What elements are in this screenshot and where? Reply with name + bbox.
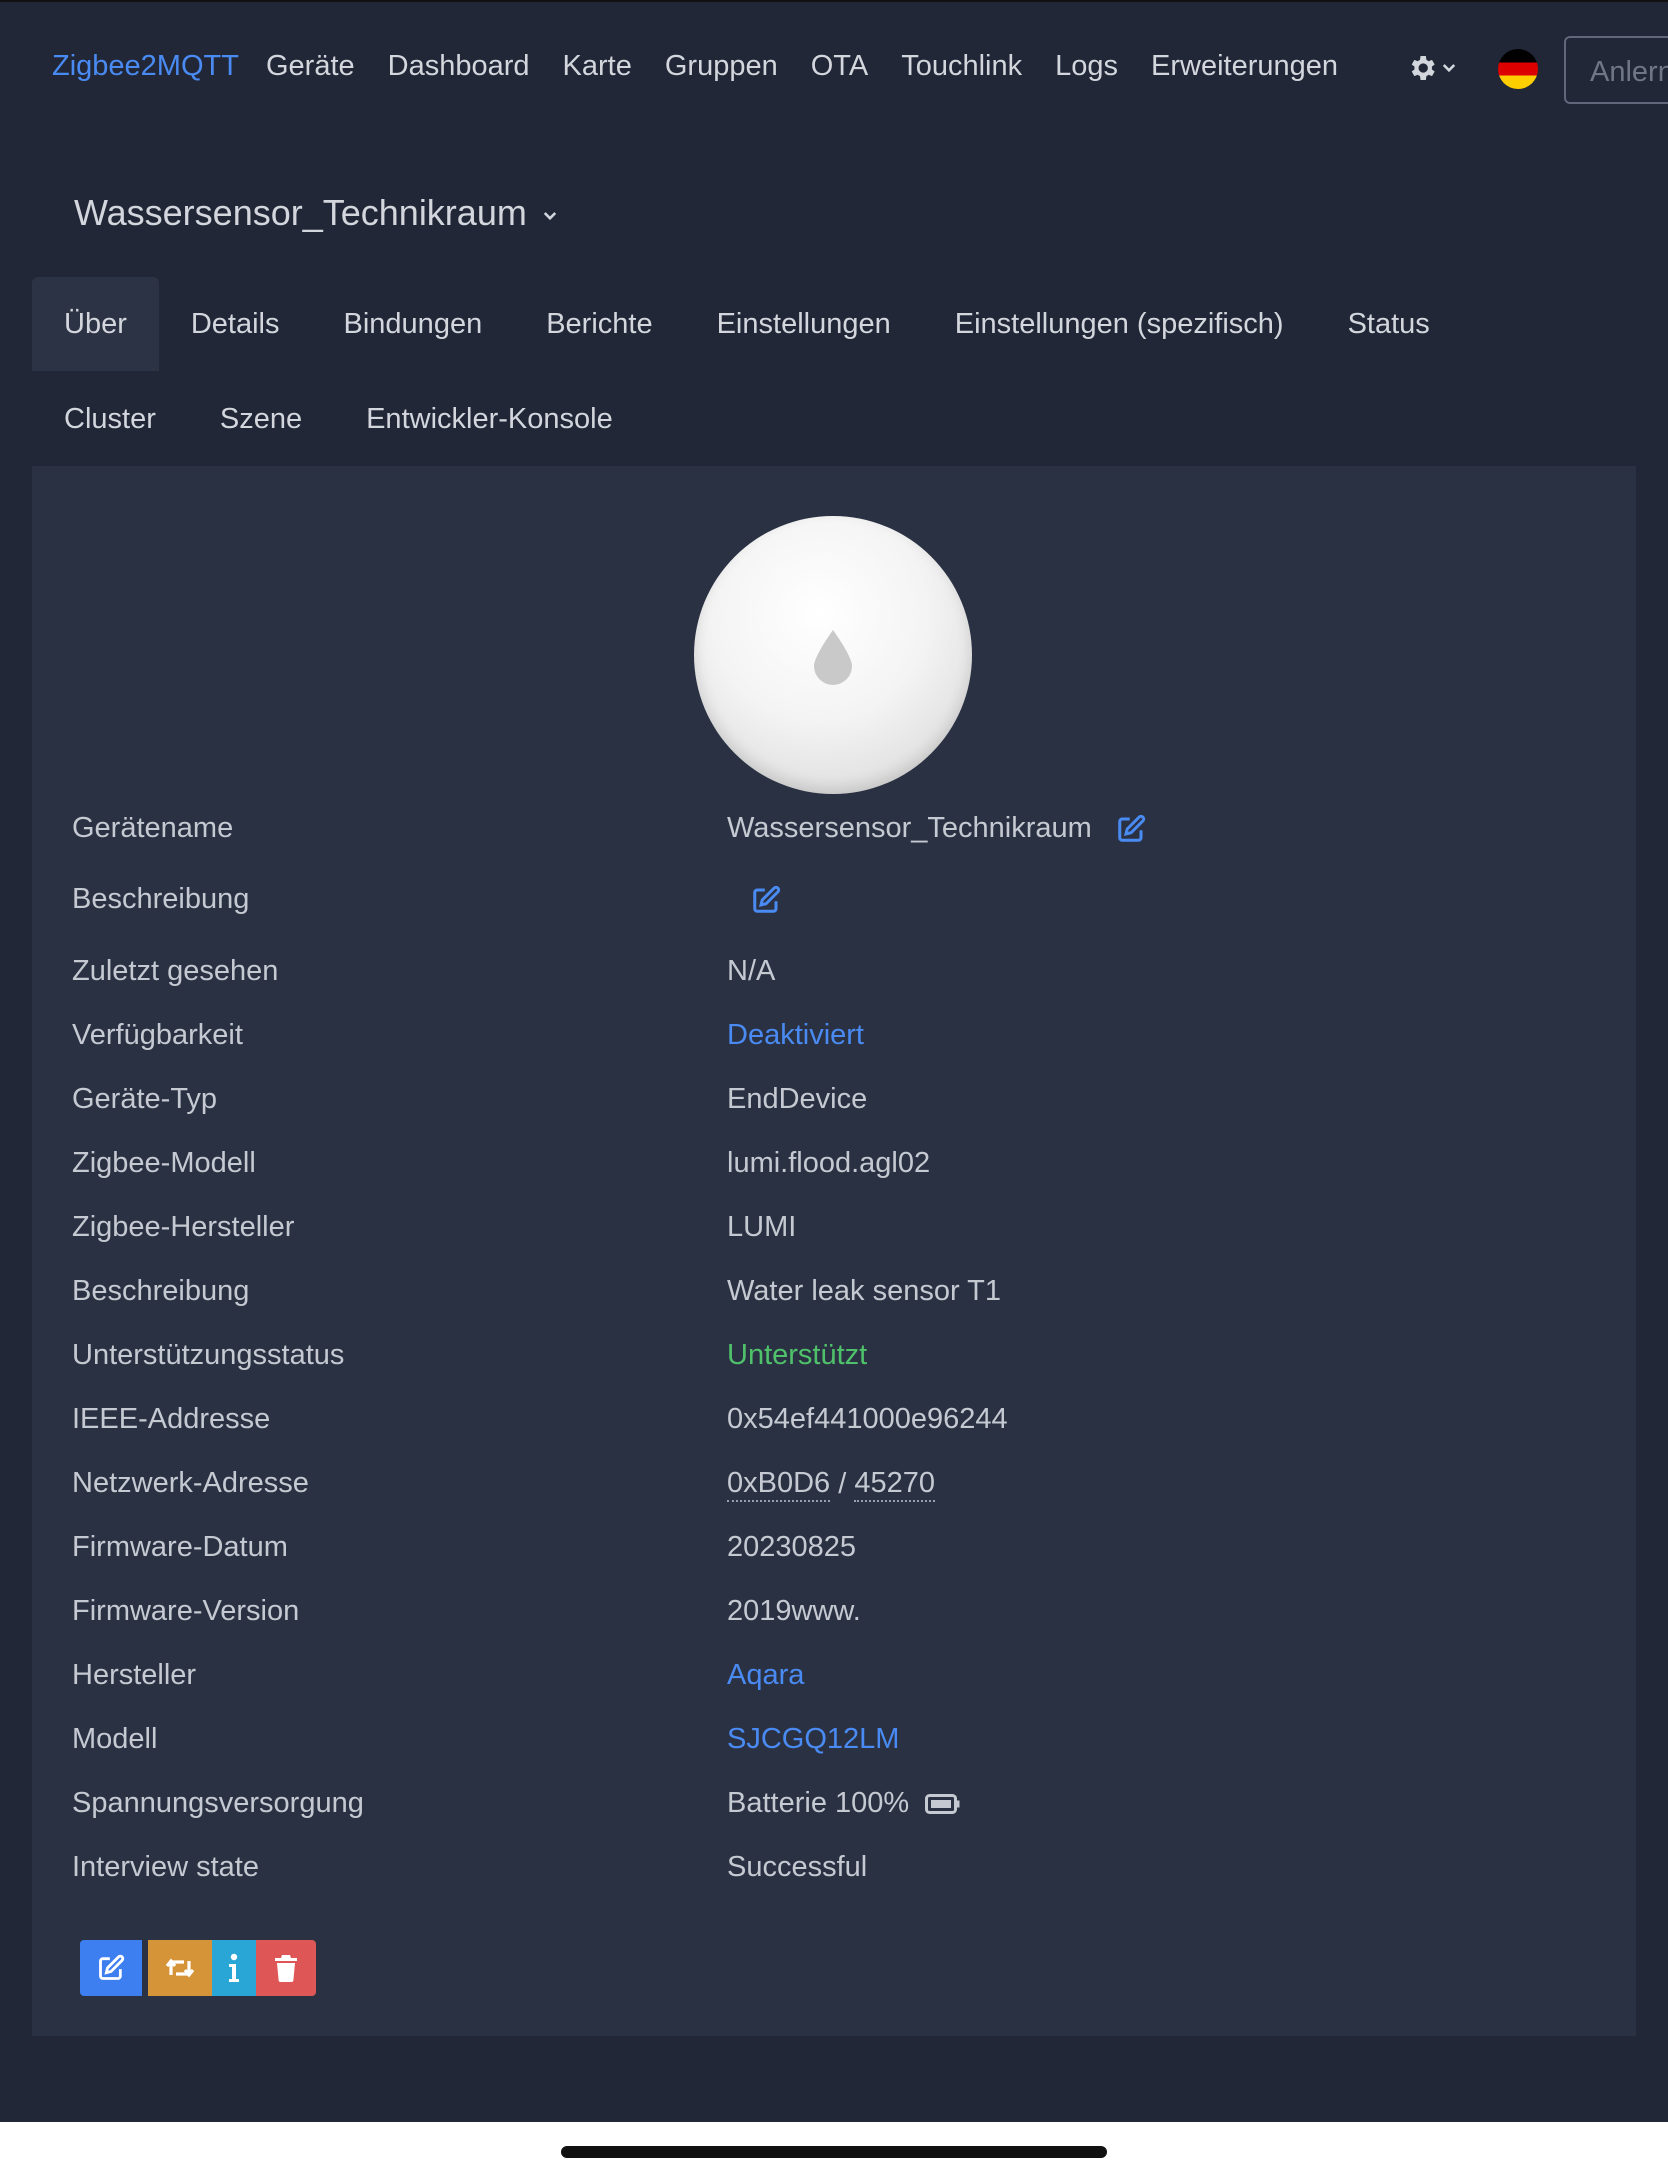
tab-settings-specific[interactable]: Einstellungen (spezifisch) (923, 277, 1316, 371)
label-network-address: Netzwerk-Adresse (72, 1467, 309, 1499)
manufacturer-link[interactable]: Aqara (727, 1659, 804, 1692)
login-input[interactable]: Anlern (1564, 36, 1668, 104)
power-source-text: Batterie 100% (727, 1787, 910, 1819)
tab-clusters[interactable]: Cluster (32, 372, 188, 466)
top-navbar: Zigbee2MQTT Geräte Dashboard Karte Grupp… (0, 0, 1668, 134)
value-zigbee-manufacturer: LUMI (727, 1211, 797, 1243)
label-availability: Verfügbarkeit (72, 1019, 243, 1051)
device-actions (80, 1940, 316, 1996)
network-address-separator: / (830, 1468, 855, 1500)
nav-item-ota[interactable]: OTA (811, 50, 868, 83)
device-image (694, 516, 972, 794)
device-name-text: Wassersensor_Technikraum (727, 812, 1092, 844)
value-availability-link[interactable]: Deaktiviert (727, 1019, 864, 1052)
label-support-status: Unterstützungsstatus (72, 1339, 345, 1371)
home-indicator[interactable] (561, 2146, 1107, 2158)
edit-icon[interactable] (751, 885, 781, 915)
label-interview-state: Interview state (72, 1851, 259, 1883)
device-selector[interactable]: Wassersensor_Technikraum (74, 192, 559, 234)
value-description-2: Water leak sensor T1 (727, 1275, 1001, 1307)
edit-button[interactable] (80, 1940, 142, 1996)
label-ieee-address: IEEE-Addresse (72, 1403, 271, 1435)
label-zigbee-manufacturer: Zigbee-Hersteller (72, 1211, 295, 1243)
value-ieee-address: 0x54ef441000e96244 (727, 1403, 1008, 1435)
label-model: Modell (72, 1723, 158, 1755)
label-last-seen: Zuletzt gesehen (72, 955, 279, 987)
device-title: Wassersensor_Technikraum (74, 192, 527, 233)
tab-reports[interactable]: Berichte (514, 277, 684, 371)
label-firmware-date: Firmware-Datum (72, 1531, 288, 1563)
label-firmware-version: Firmware-Version (72, 1595, 300, 1627)
nav-menu: Geräte Dashboard Karte Gruppen OTA Touch… (266, 50, 1371, 83)
delete-button[interactable] (256, 1940, 316, 1996)
edit-icon (99, 1954, 125, 1980)
tab-bindings[interactable]: Bindungen (312, 277, 515, 371)
network-address-hex: 0xB0D6 (727, 1467, 831, 1502)
tab-dev-console[interactable]: Entwickler-Konsole (334, 372, 645, 466)
value-description (727, 885, 781, 915)
battery-full-icon (925, 1793, 960, 1814)
label-power-source: Spannungsversorgung (72, 1787, 364, 1819)
value-power-source: Batterie 100% (727, 1787, 961, 1820)
tab-details[interactable]: Details (159, 277, 312, 371)
value-firmware-version: 2019www. (727, 1595, 861, 1627)
tab-settings[interactable]: Einstellungen (685, 277, 923, 371)
value-last-seen: N/A (727, 955, 776, 987)
trash-icon (275, 1955, 297, 1982)
nav-item-logs[interactable]: Logs (1055, 50, 1118, 83)
value-firmware-date: 20230825 (727, 1531, 857, 1563)
label-description: Beschreibung (72, 883, 250, 915)
tabs-row-2: Cluster Szene Entwickler-Konsole (32, 372, 645, 466)
nav-item-groups[interactable]: Gruppen (665, 50, 778, 83)
label-device-name: Gerätename (72, 812, 234, 844)
reconfigure-button[interactable] (148, 1940, 212, 1996)
gear-icon (1411, 56, 1435, 80)
edit-icon[interactable] (1116, 814, 1146, 844)
value-device-name: Wassersensor_Technikraum (727, 812, 1146, 845)
nav-item-dashboard[interactable]: Dashboard (388, 50, 530, 83)
german-flag-icon[interactable] (1498, 49, 1538, 89)
label-zigbee-model: Zigbee-Modell (72, 1147, 256, 1179)
value-device-type: EndDevice (727, 1083, 868, 1115)
value-interview-state: Successful (727, 1851, 868, 1883)
tab-scene[interactable]: Szene (188, 372, 334, 466)
nav-item-map[interactable]: Karte (563, 50, 632, 83)
water-drop-icon (814, 630, 852, 685)
retweet-icon (165, 1958, 195, 1978)
interview-button[interactable] (212, 1940, 256, 1996)
chevron-down-icon (1442, 64, 1456, 73)
info-icon (229, 1953, 239, 1982)
value-zigbee-model: lumi.flood.agl02 (727, 1147, 931, 1179)
settings-dropdown-button[interactable] (1406, 52, 1458, 84)
nav-item-touchlink[interactable]: Touchlink (901, 50, 1022, 83)
value-network-address: 0xB0D6 / 45270 (727, 1467, 935, 1502)
nav-item-devices[interactable]: Geräte (266, 50, 355, 83)
chevron-down-icon (543, 212, 557, 221)
tabs-row-1: Über Details Bindungen Berichte Einstell… (32, 277, 1462, 371)
nav-item-extensions[interactable]: Erweiterungen (1151, 50, 1338, 83)
model-link[interactable]: SJCGQ12LM (727, 1723, 899, 1756)
value-support-status: Unterstützt (727, 1339, 868, 1371)
network-address-dec: 45270 (854, 1467, 935, 1502)
tab-state[interactable]: Status (1316, 277, 1462, 371)
label-device-type: Geräte-Typ (72, 1083, 218, 1115)
tab-about[interactable]: Über (32, 277, 159, 371)
brand-link[interactable]: Zigbee2MQTT (52, 50, 239, 83)
label-manufacturer: Hersteller (72, 1659, 197, 1691)
label-description-2: Beschreibung (72, 1275, 250, 1307)
